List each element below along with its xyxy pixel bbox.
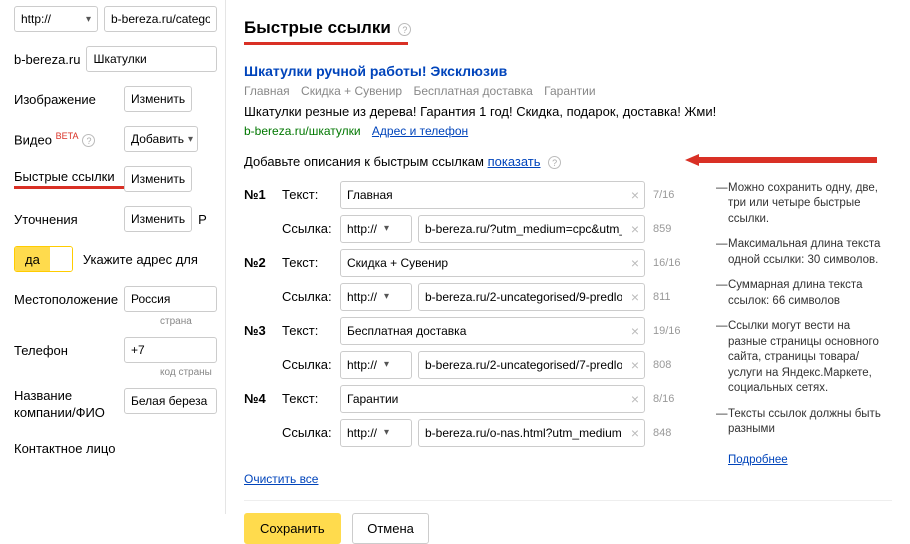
ad-preview: Шкатулки ручной работы! Эксклюзив Главна… (244, 61, 892, 140)
location-sublabel: страна (160, 316, 217, 327)
tips-panel: Можно сохранить одну, две, три или четыр… (694, 181, 892, 466)
tip-item: Суммарная длина текста ссылок: 66 символ… (716, 278, 892, 309)
address-toggle[interactable]: да (14, 246, 73, 272)
sitelinks-form: №1Текст:×7/16Ссылка:http://×859№2Текст:×… (244, 181, 694, 466)
sitelink-url-input[interactable] (418, 215, 645, 243)
display-path-input[interactable] (86, 46, 217, 72)
sitelink-block-1: №1Текст: × 7/16 Ссылка: http:// × 859 (244, 181, 694, 243)
clear-icon[interactable]: × (631, 357, 639, 373)
text-label: Текст: (282, 255, 336, 270)
sitelink-text-input[interactable] (340, 249, 645, 277)
preview-sitelinks: Главная Скидка + Сувенир Бесплатная дост… (244, 82, 892, 100)
sitelink-text-input[interactable] (340, 385, 645, 413)
protocol-select[interactable]: http:// (340, 419, 412, 447)
protocol-select[interactable]: http:// (340, 283, 412, 311)
main-panel: Быстрые ссылки ? Шкатулки ручной работы!… (225, 0, 910, 514)
show-descriptions-link[interactable]: показать (488, 154, 541, 169)
location-label: Местоположение (14, 292, 124, 307)
save-button[interactable]: Сохранить (244, 513, 341, 544)
url-input[interactable] (104, 6, 217, 32)
domain-label: b-bereza.ru (14, 52, 80, 67)
sitelink-block-2: №2Текст: × 16/16 Ссылка: http:// × 811 (244, 249, 694, 311)
clear-icon[interactable]: × (631, 289, 639, 305)
image-change-button[interactable]: Изменить (124, 86, 192, 112)
callouts-change-button[interactable]: Изменить (124, 206, 192, 232)
preview-description: Шкатулки резные из дерева! Гарантия 1 го… (244, 102, 892, 122)
url-counter: 808 (653, 359, 693, 371)
sitelink-url-input[interactable] (418, 351, 645, 379)
help-icon[interactable]: ? (548, 156, 561, 169)
protocol-select[interactable]: http:// (14, 6, 98, 32)
tip-item: Можно сохранить одну, две, три или четыр… (716, 181, 892, 228)
clear-icon[interactable]: × (631, 221, 639, 237)
sitelink-block-4: №4Текст: × 8/16 Ссылка: http:// × 848 (244, 385, 694, 447)
video-add-button[interactable]: Добавить (124, 126, 198, 152)
company-label: Название компании/ФИО (14, 388, 124, 422)
phone-input[interactable] (124, 337, 217, 363)
url-counter: 811 (653, 291, 693, 303)
dialog-footer: Сохранить Отмена (244, 500, 892, 544)
clear-icon[interactable]: × (631, 391, 639, 407)
sitelinks-label: Быстрые ссылки (14, 169, 124, 189)
more-info-link[interactable]: Подробнее (728, 454, 788, 466)
text-counter: 7/16 (653, 189, 693, 201)
text-counter: 19/16 (653, 325, 693, 337)
sitelink-text-input[interactable] (340, 317, 645, 345)
row-number: №2 (244, 255, 282, 270)
callouts-label: Уточнения (14, 212, 124, 227)
link-label: Ссылка: (282, 221, 336, 236)
sitelink-url-input[interactable] (418, 419, 645, 447)
sitelink-url-input[interactable] (418, 283, 645, 311)
panel-title: Быстрые ссылки (244, 18, 391, 38)
protocol-select[interactable]: http:// (340, 351, 412, 379)
clear-icon[interactable]: × (631, 425, 639, 441)
preview-url: b-bereza.ru/шкатулки Адрес и телефон (244, 122, 892, 140)
clear-all-link[interactable]: Очистить все (244, 472, 318, 486)
clear-icon[interactable]: × (631, 323, 639, 339)
phone-sublabel: код страны (160, 367, 217, 378)
link-label: Ссылка: (282, 357, 336, 372)
url-counter: 859 (653, 223, 693, 235)
contact-label: Контактное лицо (14, 441, 124, 456)
row-number: №4 (244, 391, 282, 406)
text-counter: 8/16 (653, 393, 693, 405)
title-underline (244, 42, 408, 45)
tip-item: Ссылки могут вести на разные страницы ос… (716, 319, 892, 397)
clear-icon[interactable]: × (631, 187, 639, 203)
row-number: №3 (244, 323, 282, 338)
cancel-button[interactable]: Отмена (352, 513, 429, 544)
video-label: Видео BETA? (14, 131, 124, 147)
toggle-hint: Укажите адрес для (83, 252, 198, 267)
protocol-select[interactable]: http:// (340, 215, 412, 243)
sitelinks-change-button[interactable]: Изменить (124, 166, 192, 192)
text-counter: 16/16 (653, 257, 693, 269)
link-label: Ссылка: (282, 289, 336, 304)
help-icon[interactable]: ? (398, 23, 411, 36)
location-input[interactable] (124, 286, 217, 312)
text-label: Текст: (282, 187, 336, 202)
tip-item: Максимальная длина текста одной ссылки: … (716, 237, 892, 268)
text-label: Текст: (282, 323, 336, 338)
help-icon[interactable]: ? (82, 134, 95, 147)
left-sidebar: http:// b-bereza.ru Изображение Изменить… (0, 0, 225, 476)
link-label: Ссылка: (282, 425, 336, 440)
arrow-annotation (679, 152, 889, 168)
beta-badge: BETA (56, 131, 79, 141)
phone-label: Телефон (14, 343, 124, 358)
preview-title: Шкатулки ручной работы! Эксклюзив (244, 61, 892, 82)
sitelink-block-3: №3Текст: × 19/16 Ссылка: http:// × 808 (244, 317, 694, 379)
row-number: №1 (244, 187, 282, 202)
company-input[interactable] (124, 388, 217, 414)
tip-item: Тексты ссылок должны быть разными (716, 407, 892, 438)
sitelink-text-input[interactable] (340, 181, 645, 209)
url-counter: 848 (653, 427, 693, 439)
image-label: Изображение (14, 92, 124, 107)
address-phone-link[interactable]: Адрес и телефон (372, 124, 468, 138)
clear-icon[interactable]: × (631, 255, 639, 271)
text-label: Текст: (282, 391, 336, 406)
